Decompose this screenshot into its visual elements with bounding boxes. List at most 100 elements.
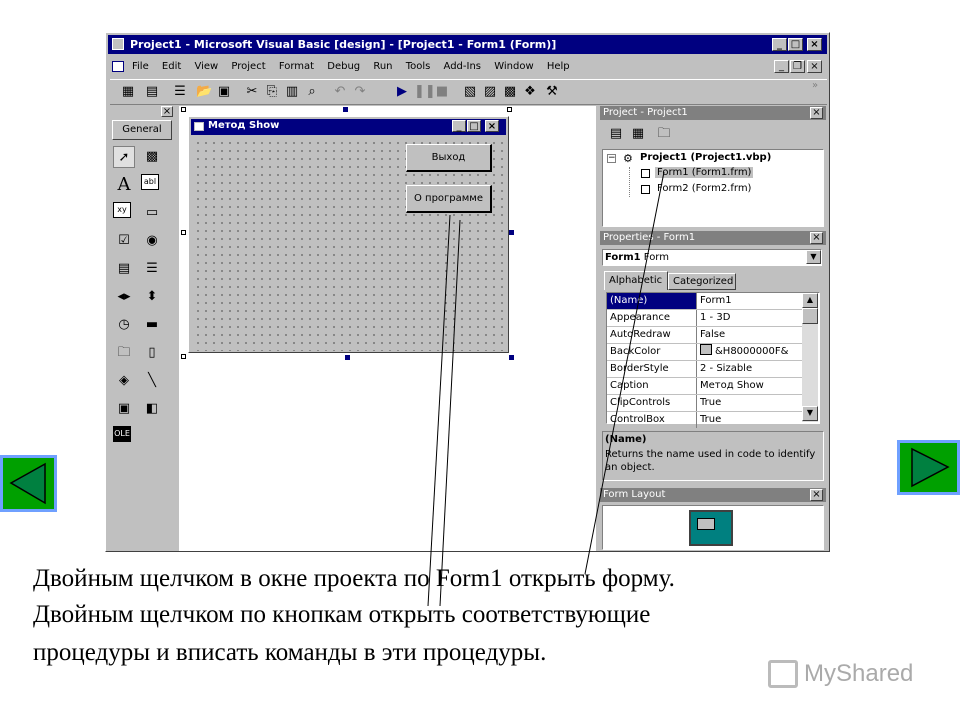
undo-icon[interactable]: ↶ [332, 84, 348, 100]
mdi-minimize-button[interactable]: _ [774, 60, 789, 73]
property-row[interactable]: BackColor &H8000000F& [607, 344, 802, 361]
form-layout-title-bar[interactable]: Form Layout × [600, 488, 826, 502]
menu-view[interactable]: View [194, 61, 218, 72]
form-close-button[interactable]: × [485, 120, 499, 132]
form-title-bar[interactable]: Метод Show _ □ × [191, 119, 506, 135]
property-row[interactable]: BorderStyle 2 - Sizable [607, 361, 802, 378]
copy-icon[interactable]: ⎘ [264, 84, 280, 100]
save-project-icon[interactable]: ▣ [216, 84, 232, 100]
ole-icon[interactable]: OLE [113, 426, 131, 442]
shape-icon[interactable]: ◈ [113, 370, 135, 392]
hscrollbar-icon[interactable]: ◂▸ [113, 286, 135, 308]
resize-handle[interactable] [181, 107, 186, 112]
menu-addins[interactable]: Add-Ins [444, 61, 481, 72]
combobox-icon[interactable]: ▤ [113, 258, 135, 280]
cut-icon[interactable]: ✂ [244, 84, 260, 100]
start-icon[interactable]: ▶ [394, 84, 410, 100]
image-icon[interactable]: ▣ [113, 398, 135, 420]
project-explorer-icon[interactable]: ▧ [462, 84, 478, 100]
find-icon[interactable]: ⌕ [304, 84, 320, 100]
menu-edit[interactable]: Edit [162, 61, 181, 72]
properties-close-button[interactable]: × [810, 232, 823, 244]
property-value[interactable]: True [697, 395, 802, 411]
toolbar-overflow-icon[interactable]: » [812, 80, 818, 91]
resize-handle[interactable] [181, 354, 186, 359]
open-project-icon[interactable]: 📂 [196, 84, 212, 100]
object-browser-icon[interactable]: ❖ [522, 84, 538, 100]
line-icon[interactable]: ╲ [141, 370, 163, 392]
form-layout-icon[interactable]: ▩ [502, 84, 518, 100]
optionbutton-icon[interactable]: ◉ [141, 230, 163, 252]
menu-format[interactable]: Format [279, 61, 314, 72]
monitor-icon[interactable] [689, 510, 733, 546]
resize-handle[interactable] [345, 355, 350, 360]
listbox-icon[interactable]: ☰ [141, 258, 163, 280]
menu-run[interactable]: Run [373, 61, 392, 72]
tree-collapse-icon[interactable]: − [607, 154, 616, 163]
resize-handle[interactable] [343, 107, 348, 112]
properties-title-bar[interactable]: Properties - Form1 × [600, 231, 826, 245]
timer-icon[interactable]: ◷ [113, 314, 135, 336]
textbox-icon[interactable]: abl [141, 174, 159, 190]
property-row[interactable]: ControlBox True [607, 412, 802, 429]
scroll-thumb[interactable] [802, 308, 818, 324]
property-value[interactable]: False [697, 327, 802, 343]
picturebox-icon[interactable]: ▩ [141, 146, 163, 168]
drivelistbox-icon[interactable]: ▬ [141, 314, 163, 336]
menu-project[interactable]: Project [231, 61, 265, 72]
filelistbox-icon[interactable]: ▯ [141, 342, 163, 364]
prev-slide-button[interactable] [0, 455, 57, 512]
checkbox-icon[interactable]: ☑ [113, 230, 135, 252]
about-button[interactable]: О программе [406, 185, 492, 213]
tab-alphabetic[interactable]: Alphabetic [604, 271, 668, 290]
menu-tools[interactable]: Tools [406, 61, 431, 72]
form-layout-close-button[interactable]: × [810, 489, 823, 501]
scroll-down-icon[interactable]: ▼ [802, 406, 818, 421]
menu-help[interactable]: Help [547, 61, 570, 72]
close-button[interactable]: × [807, 38, 822, 51]
vscrollbar-icon[interactable]: ⬍ [141, 286, 163, 308]
tab-categorized[interactable]: Categorized [668, 273, 736, 290]
tree-item-form1[interactable]: Form1 (Form1.frm) [655, 167, 754, 178]
resize-handle[interactable] [507, 107, 512, 112]
maximize-button[interactable]: □ [788, 38, 803, 51]
view-code-icon[interactable]: ▤ [608, 126, 624, 142]
property-row[interactable]: Appearance 1 - 3D [607, 310, 802, 327]
add-form-icon[interactable]: ▤ [144, 84, 160, 100]
toolbox-close-button[interactable]: × [161, 106, 173, 117]
toolbox-tab-general[interactable]: General [112, 120, 172, 140]
property-row[interactable]: AutoRedraw False [607, 327, 802, 344]
toolbox-icon[interactable]: ⚒ [544, 84, 560, 100]
form-minimize-button[interactable]: _ [452, 120, 466, 132]
property-value[interactable]: 1 - 3D [697, 310, 802, 326]
minimize-button[interactable]: _ [772, 38, 787, 51]
project-panel-title-bar[interactable]: Project - Project1 × [600, 106, 826, 120]
menu-window[interactable]: Window [494, 61, 533, 72]
data-icon[interactable]: ◧ [141, 398, 163, 420]
main-title-bar[interactable]: Project1 - Microsoft Visual Basic [desig… [108, 35, 827, 54]
property-row[interactable]: Caption Метод Show [607, 378, 802, 395]
property-value[interactable]: 2 - Sizable [697, 361, 802, 377]
redo-icon[interactable]: ↷ [352, 84, 368, 100]
tree-item-form2[interactable]: Form2 (Form2.frm) [657, 183, 751, 194]
property-grid-scrollbar[interactable]: ▲ ▼ [802, 293, 818, 422]
resize-handle[interactable] [181, 230, 186, 235]
pointer-icon[interactable]: ➚ [113, 146, 135, 168]
exit-button[interactable]: Выход [406, 144, 492, 172]
menu-editor-icon[interactable]: ☰ [172, 84, 188, 100]
frame-icon[interactable]: xy [113, 202, 131, 218]
paste-icon[interactable]: ▥ [284, 84, 300, 100]
menu-file[interactable]: File [132, 61, 149, 72]
resize-handle[interactable] [509, 230, 514, 235]
property-row[interactable]: ClipControls True [607, 395, 802, 412]
form-window[interactable]: Метод Show _ □ × Выход О программе [188, 116, 509, 353]
property-value[interactable]: True [697, 412, 802, 428]
break-icon[interactable]: ❚❚ [414, 84, 436, 100]
view-object-icon[interactable]: ▦ [630, 126, 646, 142]
mdi-restore-button[interactable]: ❐ [790, 60, 805, 73]
property-row[interactable]: (Name) Form1 [607, 293, 802, 310]
toggle-folders-icon[interactable]: 🗀 [656, 126, 672, 142]
add-project-icon[interactable]: ▦ [120, 84, 136, 100]
next-slide-button[interactable] [897, 440, 960, 495]
property-value[interactable]: Метод Show [697, 378, 802, 394]
